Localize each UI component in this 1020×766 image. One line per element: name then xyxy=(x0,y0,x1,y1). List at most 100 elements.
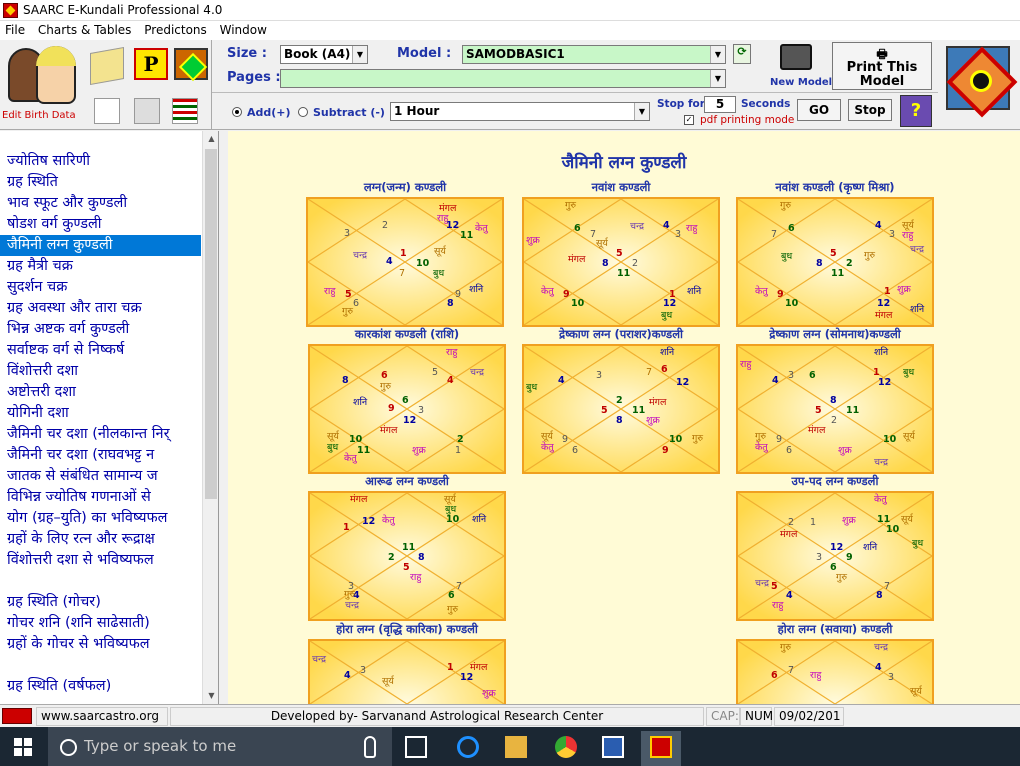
pdf-p-icon[interactable]: P xyxy=(134,48,168,80)
kundali-chart[interactable]: चन्द्र 4 3 1 मंगल 12 सूर्य शुक्र xyxy=(308,639,506,704)
menu-file[interactable]: File xyxy=(0,21,29,40)
pdf-mode-checkbox[interactable]: ✓ xyxy=(684,115,694,125)
sidebar-item[interactable]: ग्रह अवस्था और तारा चक्र xyxy=(0,298,201,319)
pages-select[interactable]: ▼ xyxy=(280,69,726,88)
sidebar-item[interactable]: ज्योतिष सारिणी xyxy=(0,151,201,172)
kundali-chart[interactable]: शनि 6 4 3 1 बुध 12 राहु 5 8 11 2 मंगल गुरु 9 10 सूर्य 6 शु… xyxy=(736,344,934,474)
house-number: 2 xyxy=(616,395,623,406)
kundali-chart[interactable]: मंगल सूर्य 12 1 बुध 10 केतु शनि 2 11 8 5 राहु 3 4 गुरु 6… xyxy=(308,491,506,621)
house-number: 4 xyxy=(786,590,793,601)
stop-button[interactable]: Stop xyxy=(848,99,892,121)
sidebar-item[interactable]: योग (ग्रह–युति) का भविष्यफल xyxy=(0,508,201,529)
house-number: 3 xyxy=(344,228,351,239)
sidebar-item[interactable]: जातक से संबंधित सामान्य ज xyxy=(0,466,201,487)
chevron-down-icon[interactable]: ▼ xyxy=(710,46,725,63)
kundali-chart[interactable]: मंगल 3 2 राहु 12 केतु 11 चन्द्र 1 4 10 सूर्य 7 बुध राह… xyxy=(306,197,504,327)
kundali-chart[interactable]: गुरु चन्द्र 4 राहु 6 7 शुक्र 3 सूर्य मंगल 8 5 2 11 केत… xyxy=(522,197,720,327)
sidebar-item[interactable]: ग्रहों के गोचर से भविष्यफल xyxy=(0,634,201,655)
taskbar-search-input[interactable]: Type or speak to me xyxy=(48,727,392,766)
add-radio[interactable]: Add(+) xyxy=(232,106,291,119)
new-model-button[interactable]: New Model xyxy=(770,44,832,88)
house-number: 3 xyxy=(675,229,682,240)
kundali-chart[interactable]: गुरु 6 7 4 सूर्य 3 राहु चन्द्र बुध 8 5 2 गुरु 11 केतु 9… xyxy=(736,197,934,327)
windows-start-icon[interactable] xyxy=(14,738,32,756)
time-step-select[interactable]: 1 Hour ▼ xyxy=(390,102,650,121)
sidebar-item[interactable]: ग्रह मैत्री चक्र xyxy=(0,256,201,277)
taskbar: Type or speak to me xyxy=(0,727,1020,766)
planet-label: राहु xyxy=(686,223,698,234)
model-select[interactable]: SAMODBASIC1 ▼ xyxy=(462,45,726,64)
print-preview-icon[interactable] xyxy=(94,98,120,124)
planet-label: शनि xyxy=(910,304,925,315)
house-number: 10 xyxy=(669,434,683,445)
sidebar-item[interactable]: षोडश वर्ग कुण्डली xyxy=(0,214,201,235)
sidebar-item[interactable]: भाव स्फूट और कुण्डली xyxy=(0,193,201,214)
pages-label: Pages : xyxy=(227,70,281,85)
e-kundali-taskbar-button[interactable] xyxy=(641,731,681,766)
kundali-chart[interactable]: शनि 6 4 3 12 बुध 7 5 2 मंगल 11 8 शुक्र सूर्य 9 10 गुरु 6 9… xyxy=(522,344,720,474)
planet-label: राहु xyxy=(902,230,914,241)
house-number: 5 xyxy=(815,405,822,416)
sidebar-item[interactable]: सर्वाष्टक वर्ग से निष्कर्ष xyxy=(0,340,201,361)
edge-browser-icon[interactable] xyxy=(457,736,479,758)
sidebar-scrollbar[interactable]: ▲ ▼ xyxy=(202,131,218,704)
kundali-chart-diagram xyxy=(738,641,932,704)
sidebar-item[interactable]: भिन्न अष्टक वर्ग कुण्डली xyxy=(0,319,201,340)
menu-predictions[interactable]: Predictons xyxy=(139,21,211,40)
size-select[interactable]: Book (A4) ▼ xyxy=(280,45,368,64)
scroll-thumb[interactable] xyxy=(205,149,217,499)
sidebar-item[interactable]: गोचर शनि (शनि साढेसाती) xyxy=(0,613,201,634)
sidebar-item[interactable]: जैमिनी लग्न कुण्डली xyxy=(0,235,201,256)
sidebar-item[interactable]: विभिन्न ज्योतिष गणनाओं से xyxy=(0,487,201,508)
stop-for-input[interactable]: 5 xyxy=(704,96,736,113)
sidebar-item[interactable]: विंशोत्तरी दशा से भविष्यफल xyxy=(0,550,201,571)
sidebar-item[interactable]: ग्रह स्थिति (वर्षफल) xyxy=(0,676,201,697)
kundali-chart[interactable]: केतु शुक्र 11 1 10 सूर्य मंगल 2 12 शनि 3 9 बुध 6 गुरु 5… xyxy=(736,491,934,621)
size-select-value: Book (A4) xyxy=(284,47,351,61)
scroll-up-icon[interactable]: ▲ xyxy=(203,131,218,147)
book-icon[interactable] xyxy=(90,47,124,85)
chevron-down-icon[interactable]: ▼ xyxy=(710,70,725,87)
print-model-button[interactable]: 🖶 Print This Model xyxy=(832,42,932,90)
sidebar-item[interactable]: अष्टोत्तरी दशा xyxy=(0,382,201,403)
app-window-icon[interactable] xyxy=(602,736,624,758)
sidebar-item[interactable]: ग्रहों के लिए रत्न और रूद्राक्ष xyxy=(0,529,201,550)
planet-label: केतु xyxy=(344,453,357,464)
menu-window[interactable]: Window xyxy=(215,21,271,40)
house-number: 10 xyxy=(349,434,363,445)
chevron-down-icon[interactable]: ▼ xyxy=(352,46,367,63)
house-number: 11 xyxy=(402,542,416,553)
sidebar-item[interactable]: ग्रह स्थिति xyxy=(0,172,201,193)
sidebar-menu: ▲ ▼ ज्योतिष सारिणी ग्रह स्थिति भाव स्फूट औ… xyxy=(0,131,219,704)
planet-label: गुरु xyxy=(692,433,704,444)
task-view-icon[interactable] xyxy=(405,736,427,758)
edit-birth-data-label[interactable]: Edit Birth Data xyxy=(2,110,76,121)
edit-birth-data-button[interactable] xyxy=(6,44,78,108)
microphone-icon[interactable] xyxy=(364,736,376,758)
sidebar-item[interactable]: योगिनी दशा xyxy=(0,403,201,424)
sidebar-item[interactable]: सुदर्शन चक्र xyxy=(0,277,201,298)
planet-label: बुध xyxy=(661,310,673,321)
chevron-down-icon[interactable]: ▼ xyxy=(634,103,649,120)
go-button[interactable]: GO xyxy=(797,99,841,121)
menu-charts-tables[interactable]: Charts & Tables xyxy=(33,21,136,40)
refresh-icon[interactable]: ⟳ xyxy=(733,44,751,64)
kundali-chart[interactable]: राहु 6 4 5 8 चन्द्र गुरु शनि 6 9 3 12 मंगल सूर्य 10 बुध… xyxy=(308,344,506,474)
file-explorer-icon[interactable] xyxy=(505,736,527,758)
sidebar-item[interactable]: विंशोत्तरी दशा xyxy=(0,361,201,382)
table-list-icon[interactable] xyxy=(172,98,198,124)
chart-title: द्रेष्काण लग्न (सोमनाथ)कण्डली xyxy=(769,327,901,341)
house-number: 9 xyxy=(846,552,853,563)
help-book-icon[interactable]: ? xyxy=(900,95,932,127)
chrome-browser-icon[interactable] xyxy=(555,736,577,758)
kundali-chart[interactable]: गुरु चन्द्र 7 6 4 3 राहु सूर्य xyxy=(736,639,934,704)
printer-icon[interactable] xyxy=(134,98,160,124)
scroll-down-icon[interactable]: ▼ xyxy=(203,688,218,704)
kundali-chart-icon[interactable] xyxy=(174,48,208,80)
toolbar-left-panel: Edit Birth Data P xyxy=(0,40,212,130)
house-number: 11 xyxy=(460,230,474,241)
sidebar-item[interactable]: जैमिनी चर दशा (नीलकान्त निर् xyxy=(0,424,201,445)
sidebar-item[interactable]: जैमिनी चर दशा (राघवभट्ट न xyxy=(0,445,201,466)
subtract-radio[interactable]: Subtract (-) xyxy=(298,106,385,119)
sidebar-item[interactable]: ग्रह स्थिति (गोचर) xyxy=(0,592,201,613)
